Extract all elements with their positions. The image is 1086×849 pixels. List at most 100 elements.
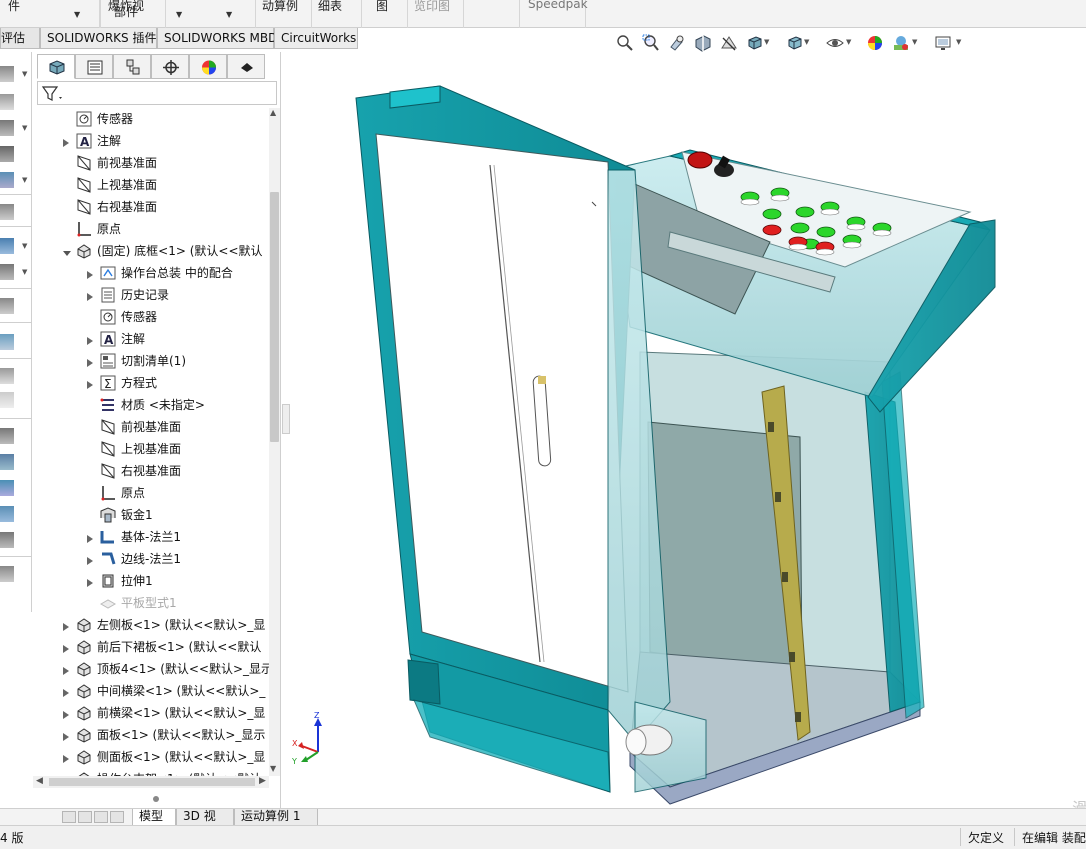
chevron-down-icon[interactable]: ▼ <box>176 10 182 19</box>
chevron-down-icon[interactable]: ▼ <box>22 70 27 78</box>
tab-solidworks-mbd[interactable]: SOLIDWORKS MBD <box>157 28 277 49</box>
scroll-right-icon[interactable]: ▶ <box>259 776 266 786</box>
scroll-left-icon[interactable]: ◀ <box>36 776 43 786</box>
tree-item[interactable]: 原点 <box>33 218 269 240</box>
tree-item[interactable]: 原点 <box>33 482 269 504</box>
tree-item[interactable]: 操作台总装 中的配合 <box>33 262 269 284</box>
tree-item[interactable]: A 注解 <box>33 130 269 152</box>
scrollbar-thumb[interactable] <box>49 778 255 786</box>
cabinet-model[interactable] <box>290 52 1086 808</box>
display-style-icon[interactable] <box>786 34 804 52</box>
tab-3d-view[interactable]: 3D 视图 <box>176 809 234 838</box>
tree-item[interactable]: 前视基准面 <box>33 152 269 174</box>
cam-tab[interactable] <box>227 54 265 79</box>
tree-item[interactable]: 前横梁<1> (默认<<默认>_显 <box>33 702 269 724</box>
tab-circuitworks[interactable]: CircuitWorks <box>274 28 358 49</box>
chevron-down-icon[interactable]: ▼ <box>22 242 27 250</box>
update-speedpak-icon[interactable] <box>0 392 14 408</box>
tree-item[interactable]: 钣金1 <box>33 504 269 526</box>
tree-item[interactable]: 中间横梁<1> (默认<<默认>_ <box>33 680 269 702</box>
last-tab-button[interactable] <box>110 811 124 823</box>
scroll-down-icon[interactable]: ▼ <box>270 764 276 773</box>
property-manager-tab[interactable] <box>75 54 113 79</box>
tree-item[interactable]: 前视基准面 <box>33 416 269 438</box>
show-hidden-icon[interactable] <box>0 172 14 188</box>
zoom-to-area-icon[interactable] <box>642 34 660 52</box>
smart-fasteners-icon[interactable] <box>0 120 14 136</box>
chevron-down-icon[interactable]: ▼ <box>912 38 917 46</box>
door-lock[interactable] <box>538 376 546 384</box>
tree-item[interactable]: 上视基准面 <box>33 438 269 460</box>
move-component-icon[interactable] <box>0 146 14 162</box>
expand-right-icon[interactable] <box>87 334 93 345</box>
ribbon-group-7[interactable]: 图 <box>362 0 408 28</box>
instant3d-icon[interactable] <box>0 368 14 384</box>
tree-item[interactable]: 历史记录 <box>33 284 269 306</box>
tree-item[interactable]: 右视基准面 <box>33 196 269 218</box>
expand-right-icon[interactable] <box>63 664 69 675</box>
interference-detection-icon[interactable] <box>0 480 14 496</box>
tree-item[interactable]: 左侧板<1> (默认<<默认>_显 <box>33 614 269 636</box>
expand-right-icon[interactable] <box>63 752 69 763</box>
chevron-down-icon[interactable]: ▼ <box>74 10 80 19</box>
chevron-down-icon[interactable]: ▼ <box>956 38 961 46</box>
chevron-down-icon[interactable]: ▼ <box>804 38 809 46</box>
tab-motion-study-1[interactable]: 运动算例 1 <box>234 809 318 826</box>
ribbon-group-6[interactable]: 细表 <box>312 0 362 28</box>
graphics-area[interactable] <box>290 52 1086 808</box>
tree-item[interactable]: 传感器 <box>33 306 269 328</box>
next-tab-button[interactable] <box>94 811 108 823</box>
prev-tab-button[interactable] <box>78 811 92 823</box>
scroll-up-icon[interactable]: ▲ <box>270 108 276 117</box>
measure-icon[interactable] <box>0 566 14 582</box>
ribbon-group-1[interactable]: 件 ▼ <box>0 0 100 28</box>
first-tab-button[interactable] <box>62 811 76 823</box>
expand-right-icon[interactable] <box>87 554 93 565</box>
tab-model[interactable]: 模型 <box>132 809 176 826</box>
display-manager-tab[interactable] <box>189 54 227 79</box>
tree-item[interactable]: A 注解 <box>33 328 269 350</box>
tree-item[interactable]: 基体-法兰1 <box>33 526 269 548</box>
expand-right-icon[interactable] <box>87 268 93 279</box>
chevron-down-icon[interactable]: ▼ <box>22 124 27 132</box>
ribbon-group-3[interactable]: 爆炸视 部件 <box>100 0 166 28</box>
filter-icon[interactable] <box>41 85 65 103</box>
tree-item[interactable]: 右视基准面 <box>33 460 269 482</box>
tree-horizontal-scrollbar[interactable]: ◀ ▶ <box>33 776 269 788</box>
view-orientation-icon[interactable] <box>746 34 764 52</box>
dynamic-annotation-icon[interactable] <box>720 34 738 52</box>
reference-geometry-icon[interactable] <box>0 238 14 254</box>
tree-item[interactable]: Σ 方程式 <box>33 372 269 394</box>
previous-view-icon[interactable] <box>668 34 686 52</box>
bill-of-materials-icon[interactable] <box>0 298 14 314</box>
ribbon-group-4[interactable]: ▼ ▼ <box>166 0 256 28</box>
configuration-manager-tab[interactable] <box>113 54 151 79</box>
tree-item[interactable]: 材质 <未指定> <box>33 394 269 416</box>
tree-item[interactable]: 切割清单(1) <box>33 350 269 372</box>
zoom-to-fit-icon[interactable] <box>616 34 634 52</box>
scrollbar-thumb[interactable] <box>270 192 279 442</box>
tree-item[interactable]: 侧面板<1> (默认<<默认>_显 <box>33 746 269 768</box>
apply-scene-icon[interactable] <box>892 34 910 52</box>
tree-item[interactable]: 拉伸1 <box>33 570 269 592</box>
hide-show-icon[interactable] <box>826 34 844 52</box>
expand-right-icon[interactable] <box>87 378 93 389</box>
tree-item[interactable]: (固定) 底框<1> (默认<<默认 <box>33 240 269 262</box>
expand-right-icon[interactable] <box>63 620 69 631</box>
edit-appearance-icon[interactable] <box>866 34 884 52</box>
chevron-down-icon[interactable]: ▼ <box>846 38 851 46</box>
clearance-verification-icon[interactable] <box>0 506 14 522</box>
tree-item[interactable]: 传感器 <box>33 108 269 130</box>
section-view-icon[interactable] <box>694 34 712 52</box>
expand-right-icon[interactable] <box>63 686 69 697</box>
feature-tree-filter[interactable] <box>37 81 277 105</box>
hole-alignment-icon[interactable] <box>0 532 14 548</box>
exploded-view-icon[interactable] <box>0 334 14 350</box>
ribbon-group-8[interactable]: 览印图 <box>408 0 464 28</box>
expand-right-icon[interactable] <box>63 136 69 147</box>
expand-right-icon[interactable] <box>87 576 93 587</box>
expand-right-icon[interactable] <box>87 290 93 301</box>
tree-item[interactable]: 边线-法兰1 <box>33 548 269 570</box>
chevron-down-icon[interactable]: ▼ <box>22 268 27 276</box>
expand-right-icon[interactable] <box>63 708 69 719</box>
